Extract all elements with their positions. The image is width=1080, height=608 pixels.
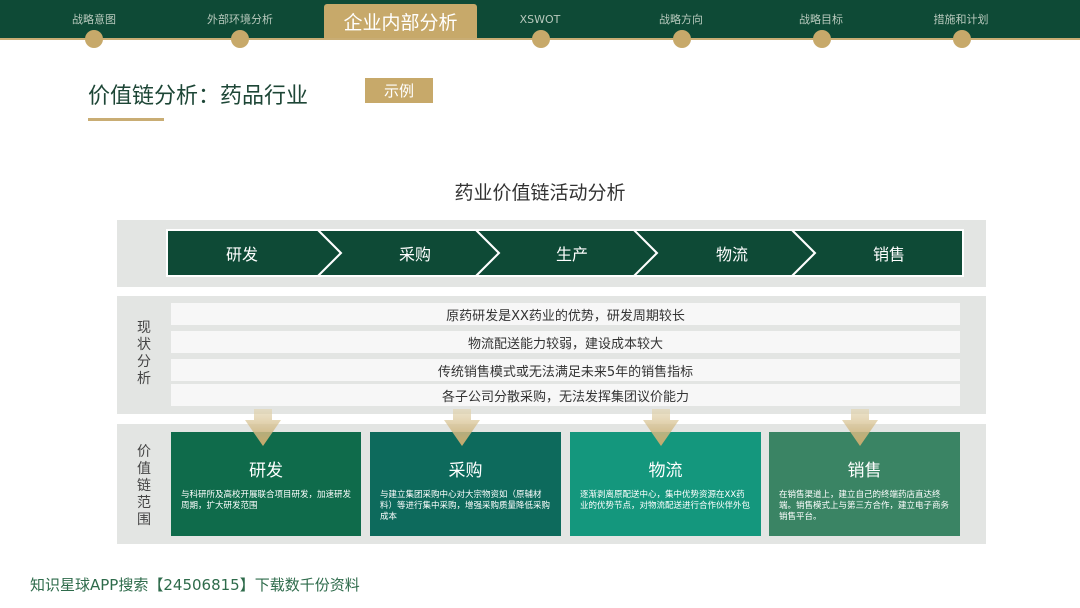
down-arrows <box>245 409 878 446</box>
down-arrow-icon <box>444 409 480 446</box>
down-arrow-icon <box>245 409 281 446</box>
down-arrow-icon <box>643 409 679 446</box>
footer-text: 知识星球APP搜索【24506815】下载数千份资料 <box>30 576 360 594</box>
down-arrow-icon <box>842 409 878 446</box>
